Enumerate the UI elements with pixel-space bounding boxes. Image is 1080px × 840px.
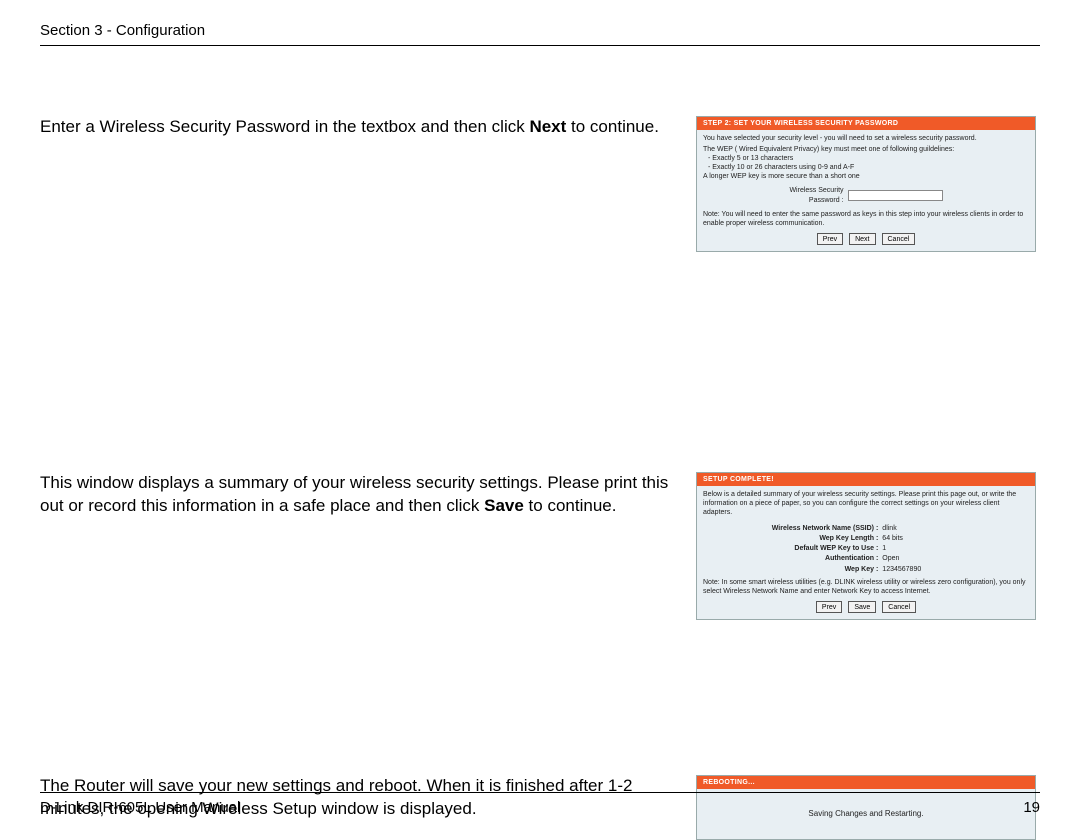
- kv-row: Authentication :Open: [703, 554, 1029, 563]
- cancel-button[interactable]: Cancel: [882, 601, 916, 613]
- password-field-row: Wireless Security Password :: [703, 186, 1029, 204]
- bullet: - Exactly 5 or 13 characters: [708, 154, 1029, 163]
- bullet: - Exactly 10 or 26 characters using 0-9 …: [708, 163, 1029, 172]
- page-content: Enter a Wireless Security Password in th…: [40, 116, 1040, 840]
- intro-text: Below is a detailed summary of your wire…: [703, 490, 1029, 517]
- footer-page: 19: [1023, 799, 1040, 816]
- text-line: A longer WEP key is more secure than a s…: [703, 172, 1029, 181]
- password-input[interactable]: [848, 190, 943, 201]
- instr-text: to continue.: [524, 496, 617, 515]
- panel-set-password: STEP 2: SET YOUR WIRELESS SECURITY PASSW…: [696, 116, 1036, 252]
- kv-value: Open: [882, 554, 1029, 563]
- kv-row: Wireless Network Name (SSID) :dlink: [703, 524, 1029, 533]
- panel-body: You have selected your security level - …: [697, 130, 1035, 251]
- instruction-summary: This window displays a summary of your w…: [40, 472, 680, 518]
- next-button[interactable]: Next: [849, 233, 875, 245]
- button-row: Prev Next Cancel: [703, 233, 1029, 245]
- kv-key: Wireless Network Name (SSID) :: [703, 524, 882, 533]
- note-text: Note: In some smart wireless utilities (…: [703, 578, 1029, 596]
- panel-body: Below is a detailed summary of your wire…: [697, 486, 1035, 619]
- password-label: Wireless Security Password :: [789, 186, 843, 204]
- kv-value: 1: [882, 544, 1029, 553]
- panel-title: REBOOTING...: [697, 776, 1035, 789]
- kv-key: Default WEP Key to Use :: [703, 544, 882, 553]
- kv-row: Wep Key :1234567890: [703, 565, 1029, 574]
- instr-text: Enter a Wireless Security Password in th…: [40, 117, 529, 136]
- footer-manual: D-Link DIR-605L User Manual: [40, 799, 240, 816]
- page-footer: D-Link DIR-605L User Manual 19: [40, 792, 1040, 816]
- kv-key: Authentication :: [703, 554, 882, 563]
- cancel-button[interactable]: Cancel: [882, 233, 916, 245]
- text-line: The WEP ( Wired Equivalent Privacy) key …: [703, 145, 1029, 154]
- kv-key: Wep Key Length :: [703, 534, 882, 543]
- kv-value: 64 bits: [882, 534, 1029, 543]
- kv-value: 1234567890: [882, 565, 1029, 574]
- page-header: Section 3 - Configuration: [40, 22, 1040, 46]
- kv-key: Wep Key :: [703, 565, 882, 574]
- kv-row: Default WEP Key to Use :1: [703, 544, 1029, 553]
- note-text: Note: You will need to enter the same pa…: [703, 210, 1029, 228]
- kv-value: dlink: [882, 524, 1029, 533]
- instr-bold: Save: [484, 496, 524, 515]
- button-row: Prev Save Cancel: [703, 601, 1029, 613]
- save-button[interactable]: Save: [848, 601, 876, 613]
- prev-button[interactable]: Prev: [817, 233, 843, 245]
- kv-row: Wep Key Length :64 bits: [703, 534, 1029, 543]
- instr-bold: Next: [529, 117, 566, 136]
- step-summary-row: This window displays a summary of your w…: [40, 472, 1040, 620]
- panel-setup-complete: SETUP COMPLETE! Below is a detailed summ…: [696, 472, 1036, 620]
- instr-text: to continue.: [566, 117, 659, 136]
- instruction-password: Enter a Wireless Security Password in th…: [40, 116, 680, 139]
- panel-title: STEP 2: SET YOUR WIRELESS SECURITY PASSW…: [697, 117, 1035, 130]
- panel-title: SETUP COMPLETE!: [697, 473, 1035, 486]
- prev-button[interactable]: Prev: [816, 601, 842, 613]
- step-password-row: Enter a Wireless Security Password in th…: [40, 116, 1040, 252]
- text-line: You have selected your security level - …: [703, 134, 1029, 143]
